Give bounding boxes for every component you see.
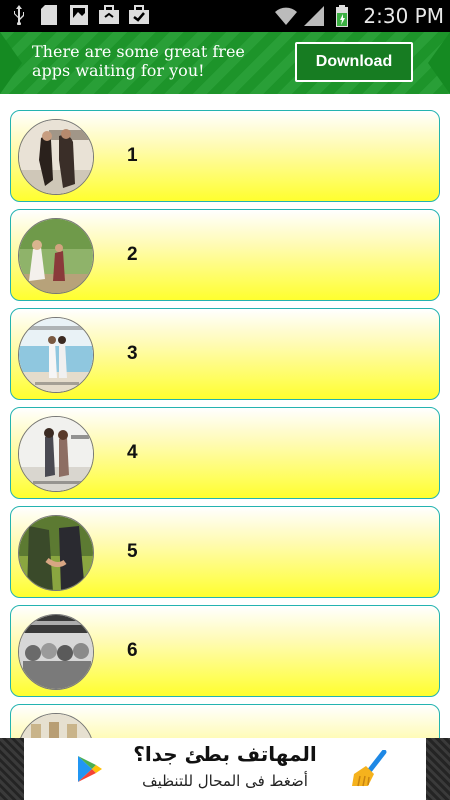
list-item[interactable]: 3 xyxy=(10,308,440,400)
battery-icon xyxy=(331,5,353,27)
banner-message: There are some great free apps waiting f… xyxy=(32,42,245,80)
wifi-icon xyxy=(275,5,298,27)
briefcase-check-icon xyxy=(128,4,150,26)
list-item[interactable] xyxy=(10,704,440,738)
list-item-label: 1 xyxy=(127,145,138,166)
sd-card-icon xyxy=(38,4,60,26)
play-store-icon xyxy=(78,756,102,782)
promo-banner[interactable]: There are some great free apps waiting f… xyxy=(0,32,450,94)
usb-icon xyxy=(8,4,30,26)
children-photo-icon xyxy=(18,218,94,294)
item-list[interactable]: 1 2 3 4 5 6 xyxy=(0,94,450,738)
list-item[interactable]: 4 xyxy=(10,407,440,499)
list-item[interactable]: 1 xyxy=(10,110,440,202)
briefcase-icon xyxy=(98,4,120,26)
clock: 2:30 PM xyxy=(363,4,444,28)
list-item-label: 4 xyxy=(127,442,138,463)
status-bar: 2:30 PM xyxy=(0,0,450,32)
photo-icon xyxy=(18,713,94,738)
list-item[interactable]: 5 xyxy=(10,506,440,598)
signal-icon xyxy=(303,5,325,27)
list-item-label: 6 xyxy=(127,640,138,661)
ad-panel[interactable]: المهاتف بطئ جدا؟ أضغط فى المحال للتنظيف xyxy=(24,738,426,800)
image-icon xyxy=(68,4,90,26)
notification-icons xyxy=(8,4,150,26)
couple-photo-icon xyxy=(18,119,94,195)
friends-photo-icon xyxy=(18,614,94,690)
ad-title: المهاتف بطئ جدا؟ xyxy=(133,742,317,766)
download-button[interactable]: Download xyxy=(295,42,413,82)
system-icons: 2:30 PM xyxy=(275,0,444,32)
ad-subtitle: أضغط فى المحال للتنظيف xyxy=(142,772,308,790)
list-item-label: 3 xyxy=(127,343,138,364)
list-item-label: 2 xyxy=(127,244,138,265)
bottom-ad-banner[interactable]: المهاتف بطئ جدا؟ أضغط فى المحال للتنظيف xyxy=(0,738,450,800)
list-item-label: 5 xyxy=(127,541,138,562)
list-item[interactable]: 6 xyxy=(10,605,440,697)
couple-walking-photo-icon xyxy=(18,416,94,492)
holding-hands-photo-icon xyxy=(18,515,94,591)
banner-chevron-right-icon xyxy=(428,32,450,94)
list-item[interactable]: 2 xyxy=(10,209,440,301)
broom-icon xyxy=(352,750,387,787)
banner-chevron-left-icon xyxy=(0,32,22,94)
beach-couple-photo-icon xyxy=(18,317,94,393)
